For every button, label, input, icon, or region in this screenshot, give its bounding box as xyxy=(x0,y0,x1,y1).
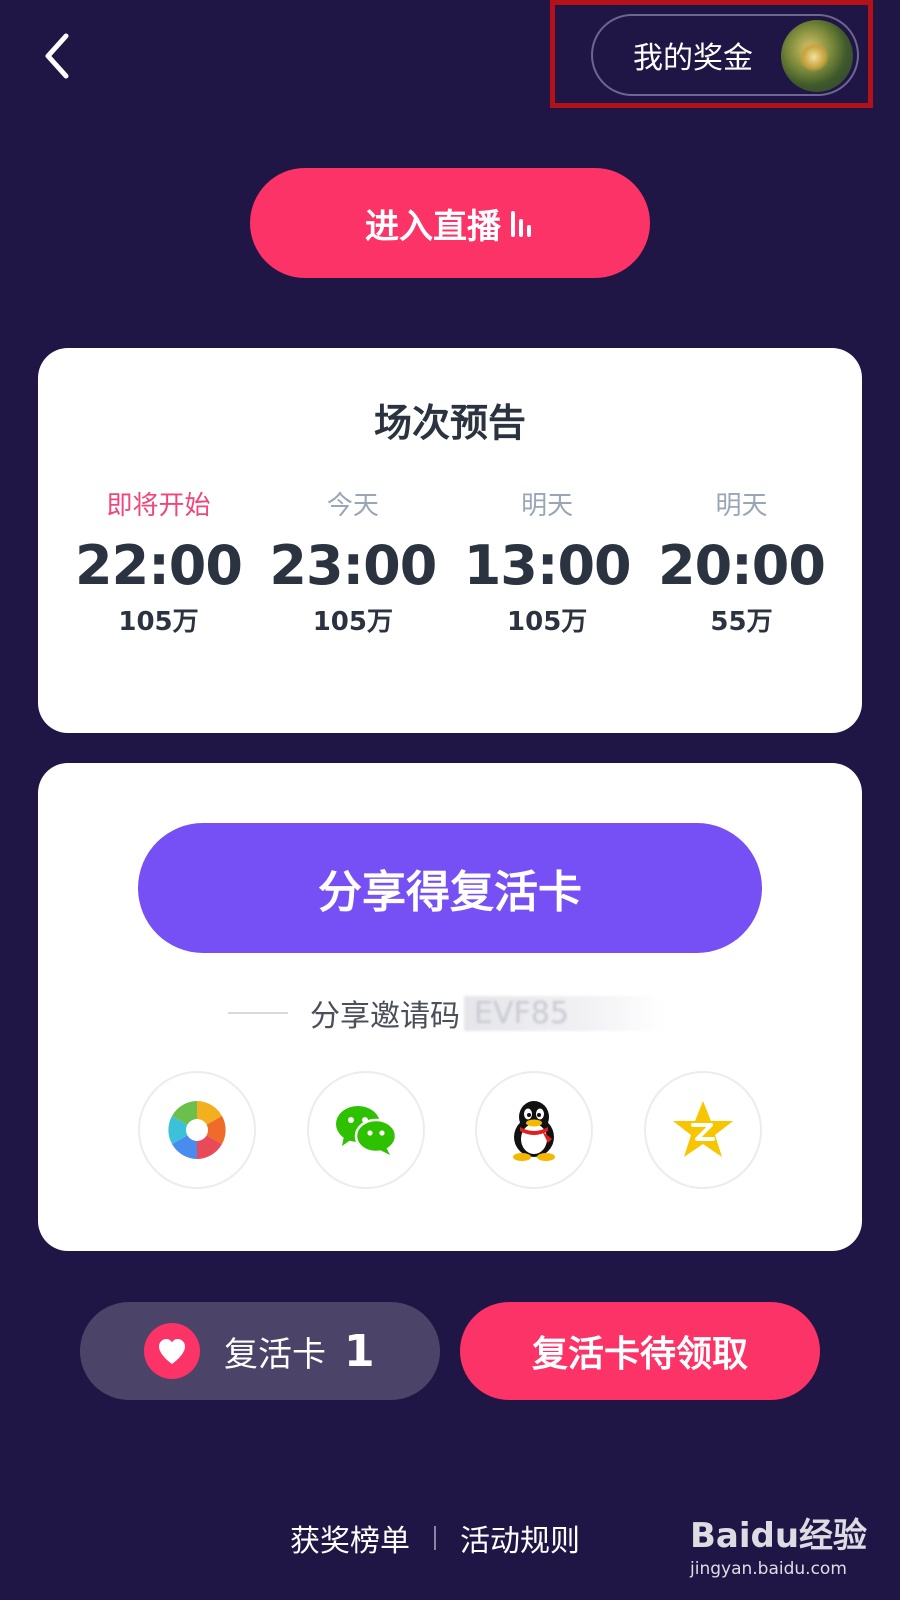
schedule-amount: 55万 xyxy=(710,607,773,637)
share-wechat-button[interactable] xyxy=(306,1071,425,1189)
heart-badge xyxy=(144,1323,200,1379)
schedule-list: 即将开始 22:00 105万 今天 23:00 105万 明天 13:00 1… xyxy=(68,488,832,638)
claim-revive-card-label: 复活卡待领取 xyxy=(531,1334,748,1375)
share-targets xyxy=(138,1071,762,1189)
heart-icon xyxy=(159,1339,185,1364)
schedule-card: 场次预告 即将开始 22:00 105万 今天 23:00 105万 明天 13… xyxy=(38,348,862,733)
enter-live-label: 进入直播 xyxy=(365,206,501,247)
baidu-watermark: Baidu经验 jingyan.baidu.com xyxy=(690,1508,867,1579)
revive-card-label: 复活卡 xyxy=(224,1334,326,1375)
schedule-item: 今天 23:00 105万 xyxy=(262,488,443,638)
schedule-day: 即将开始 xyxy=(106,491,211,521)
schedule-amount: 105万 xyxy=(507,607,588,637)
live-bars-icon xyxy=(511,209,535,237)
share-card: 分享得复活卡 分享邀请码 EVF85 xyxy=(38,763,862,1251)
watermark-url: jingyan.baidu.com xyxy=(690,1559,847,1579)
leaderboard-link[interactable]: 获奖榜单 xyxy=(290,1516,410,1560)
rules-link[interactable]: 活动规则 xyxy=(460,1516,580,1560)
schedule-item: 明天 20:00 55万 xyxy=(651,488,832,638)
share-qzone-button[interactable] xyxy=(643,1071,762,1189)
footer-links: 获奖榜单 活动规则 xyxy=(290,1516,580,1560)
schedule-time: 22:00 xyxy=(75,534,243,597)
avatar xyxy=(781,20,853,92)
share-qq-button[interactable] xyxy=(475,1071,594,1189)
qq-icon xyxy=(513,1101,556,1161)
schedule-day: 明天 xyxy=(715,491,768,521)
schedule-time: 20:00 xyxy=(658,534,826,597)
share-revive-button[interactable]: 分享得复活卡 xyxy=(138,823,762,953)
revive-card-count[interactable]: 复活卡 1 xyxy=(80,1302,440,1400)
enter-live-button[interactable]: 进入直播 xyxy=(250,168,650,278)
claim-revive-card-button[interactable]: 复活卡待领取 xyxy=(460,1302,820,1400)
share-revive-label: 分享得复活卡 xyxy=(318,867,582,918)
invite-code-row: 分享邀请码 EVF85 xyxy=(228,991,728,1035)
divider xyxy=(434,1526,436,1550)
schedule-item: 明天 13:00 105万 xyxy=(457,488,638,638)
wechat-icon xyxy=(335,1106,397,1155)
schedule-time: 23:00 xyxy=(269,534,437,597)
schedule-time: 13:00 xyxy=(463,534,632,597)
schedule-title: 场次预告 xyxy=(373,401,526,445)
schedule-day: 明天 xyxy=(521,491,574,521)
chevron-left-icon xyxy=(45,33,69,79)
schedule-day: 今天 xyxy=(326,491,379,521)
divider xyxy=(228,1012,288,1014)
moments-icon xyxy=(168,1101,226,1159)
invite-code-value: EVF85 xyxy=(464,995,664,1031)
schedule-item: 即将开始 22:00 105万 xyxy=(68,488,249,638)
my-prize-label: 我的奖金 xyxy=(633,41,753,76)
invite-code-label: 分享邀请码 xyxy=(310,999,460,1034)
my-prize-button[interactable]: 我的奖金 xyxy=(591,14,859,96)
schedule-amount: 105万 xyxy=(312,607,393,637)
schedule-amount: 105万 xyxy=(118,607,199,637)
revive-card-count-value: 1 xyxy=(344,1325,375,1377)
share-moments-button[interactable] xyxy=(138,1071,256,1189)
watermark-brand: Baidu经验 xyxy=(690,1516,868,1556)
qzone-icon xyxy=(672,1101,733,1157)
back-button[interactable] xyxy=(38,30,78,82)
